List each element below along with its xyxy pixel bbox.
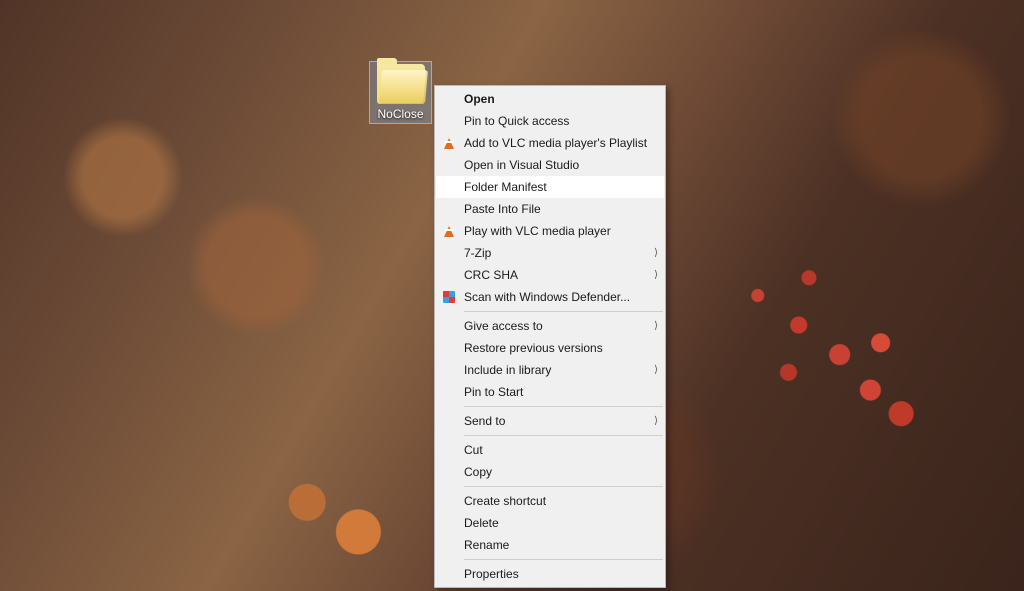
menu-item-cut[interactable]: Cut <box>436 439 664 461</box>
desktop-icon-folder[interactable]: NoClose <box>369 61 432 124</box>
chevron-right-icon: ⟩ <box>654 321 658 332</box>
menu-item-label: Include in library <box>464 363 551 377</box>
menu-item-label: Open <box>464 92 495 106</box>
menu-item-paste-into-file[interactable]: Paste Into File <box>436 198 664 220</box>
menu-item-pin-to-quick-access[interactable]: Pin to Quick access <box>436 110 664 132</box>
menu-separator <box>464 311 663 312</box>
menu-item-label: Open in Visual Studio <box>464 158 579 172</box>
menu-item-create-shortcut[interactable]: Create shortcut <box>436 490 664 512</box>
chevron-right-icon: ⟩ <box>654 365 658 376</box>
menu-separator <box>464 559 663 560</box>
menu-separator <box>464 435 663 436</box>
menu-item-label: Folder Manifest <box>464 180 547 194</box>
menu-item-label: Add to VLC media player's Playlist <box>464 136 647 150</box>
chevron-right-icon: ⟩ <box>654 248 658 259</box>
menu-separator <box>464 486 663 487</box>
menu-item-add-to-vlc-media-player-s-playlist[interactable]: Add to VLC media player's Playlist <box>436 132 664 154</box>
menu-item-copy[interactable]: Copy <box>436 461 664 483</box>
menu-item-label: Create shortcut <box>464 494 546 508</box>
menu-item-label: Restore previous versions <box>464 341 603 355</box>
menu-item-label: Cut <box>464 443 483 457</box>
menu-item-scan-with-windows-defender[interactable]: Scan with Windows Defender... <box>436 286 664 308</box>
menu-item-label: Send to <box>464 414 505 428</box>
menu-item-label: Copy <box>464 465 492 479</box>
chevron-right-icon: ⟩ <box>654 416 658 427</box>
menu-item-7-zip[interactable]: 7-Zip ⟩ <box>436 242 664 264</box>
menu-item-label: 7-Zip <box>464 246 491 260</box>
menu-item-crc-sha[interactable]: CRC SHA ⟩ <box>436 264 664 286</box>
menu-item-label: Pin to Start <box>464 385 523 399</box>
menu-item-label: Pin to Quick access <box>464 114 569 128</box>
vlc-cone-icon <box>441 135 457 151</box>
menu-item-label: Rename <box>464 538 509 552</box>
menu-item-open-in-visual-studio[interactable]: Open in Visual Studio <box>436 154 664 176</box>
menu-item-label: Delete <box>464 516 499 530</box>
menu-item-label: Scan with Windows Defender... <box>464 290 630 304</box>
menu-item-properties[interactable]: Properties <box>436 563 664 585</box>
menu-item-send-to[interactable]: Send to ⟩ <box>436 410 664 432</box>
menu-item-give-access-to[interactable]: Give access to ⟩ <box>436 315 664 337</box>
vlc-cone-icon <box>441 223 457 239</box>
menu-item-delete[interactable]: Delete <box>436 512 664 534</box>
menu-separator <box>464 406 663 407</box>
menu-item-restore-previous-versions[interactable]: Restore previous versions <box>436 337 664 359</box>
chevron-right-icon: ⟩ <box>654 270 658 281</box>
defender-shield-icon <box>441 289 457 305</box>
menu-item-include-in-library[interactable]: Include in library ⟩ <box>436 359 664 381</box>
menu-item-label: CRC SHA <box>464 268 518 282</box>
menu-item-label: Properties <box>464 567 519 581</box>
desktop-icon-label: NoClose <box>371 106 430 122</box>
menu-item-play-with-vlc-media-player[interactable]: Play with VLC media player <box>436 220 664 242</box>
folder-icon <box>377 64 425 104</box>
menu-item-open[interactable]: Open <box>436 88 664 110</box>
menu-item-rename[interactable]: Rename <box>436 534 664 556</box>
menu-item-label: Give access to <box>464 319 543 333</box>
context-menu: Open Pin to Quick access Add to VLC media … <box>434 85 666 588</box>
menu-item-folder-manifest[interactable]: Folder Manifest <box>436 176 664 198</box>
menu-item-label: Play with VLC media player <box>464 224 611 238</box>
menu-item-pin-to-start[interactable]: Pin to Start <box>436 381 664 403</box>
menu-item-label: Paste Into File <box>464 202 541 216</box>
